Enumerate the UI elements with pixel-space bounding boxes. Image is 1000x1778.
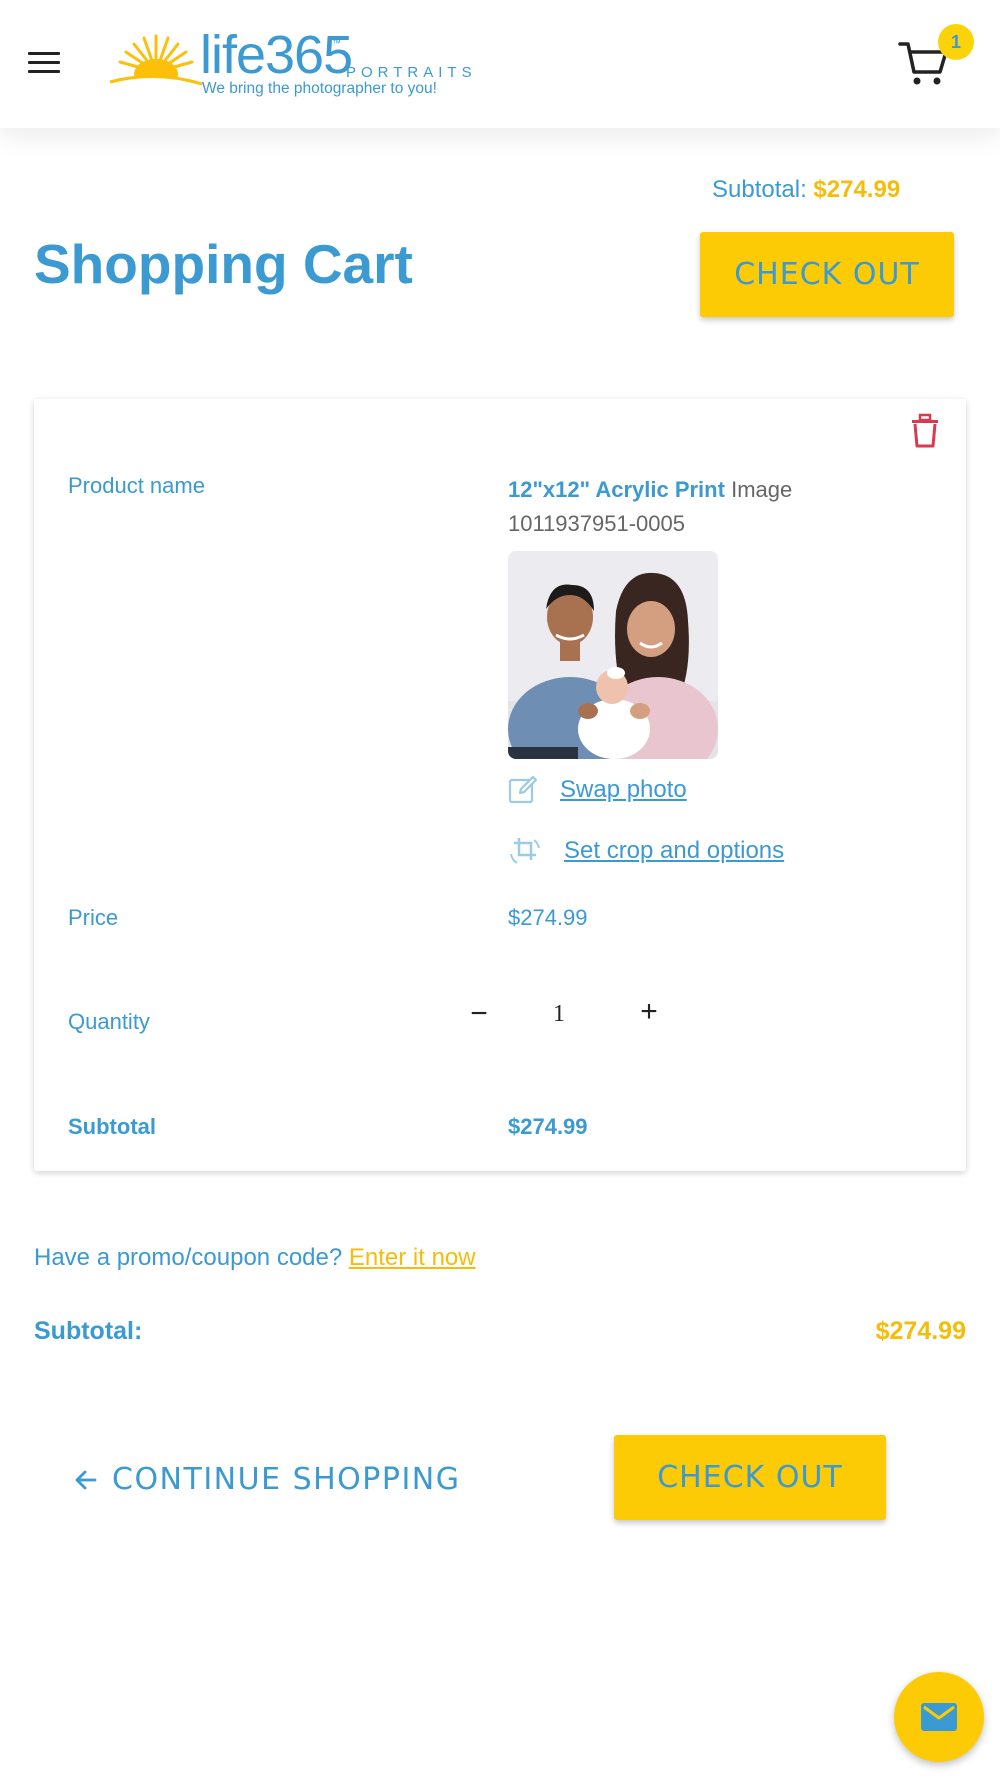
checkout-button-bottom[interactable]: CHECK OUT: [614, 1435, 886, 1520]
set-crop-text[interactable]: Set crop and options: [564, 837, 784, 865]
product-photo: [508, 551, 718, 759]
continue-shopping-text[interactable]: CONTINUE SHOPPING: [112, 1462, 461, 1497]
checkout-button-top[interactable]: CHECK OUT: [700, 232, 954, 317]
top-subtotal-value: $274.99: [813, 176, 901, 203]
top-subtotal: Subtotal: $274.99: [712, 176, 900, 204]
product-name-value: 12"x12" Acrylic Print Image 1011937951-0…: [508, 473, 928, 541]
logo-brand-text: life365: [200, 25, 353, 85]
sun-logo-icon: [108, 34, 204, 92]
quantity-increase-button[interactable]: +: [634, 995, 664, 1029]
logo-trademark: ™: [332, 38, 341, 48]
trash-icon[interactable]: [908, 413, 942, 449]
contact-message-button[interactable]: [894, 1672, 984, 1762]
product-name: 12"x12" Acrylic Print: [508, 477, 725, 502]
life365-logo[interactable]: life365 ™ PORTRAITS We bring the photogr…: [108, 25, 488, 100]
quantity-label: Quantity: [68, 1009, 150, 1034]
logo-portraits-text: PORTRAITS: [346, 64, 477, 81]
promo-text: Have a promo/coupon code?: [34, 1244, 343, 1271]
crop-rotate-icon: [510, 838, 540, 864]
envelope-icon: [921, 1703, 957, 1731]
item-subtotal-value: $274.99: [508, 1114, 588, 1139]
summary-subtotal-label: Subtotal:: [34, 1317, 143, 1345]
cart-count-badge: 1: [938, 24, 974, 60]
price-label: Price: [68, 905, 119, 930]
item-subtotal-label: Subtotal: [68, 1114, 156, 1139]
cart-item-card: Product name 12"x12" Acrylic Print Image…: [34, 399, 966, 1171]
swap-photo-link[interactable]: Swap photo: [508, 775, 687, 805]
quantity-value[interactable]: 1: [544, 1001, 574, 1028]
top-subtotal-label: Subtotal:: [712, 176, 807, 203]
logo-tagline: We bring the photographer to you!: [202, 80, 437, 97]
image-id: 1011937951-0005: [508, 511, 685, 536]
image-label: Image: [731, 477, 793, 502]
site-header: life365 ™ PORTRAITS We bring the photogr…: [0, 0, 1000, 128]
quantity-decrease-button[interactable]: −: [464, 997, 494, 1031]
enter-promo-link[interactable]: Enter it now: [349, 1244, 476, 1271]
price-value: $274.99: [508, 905, 588, 930]
arrow-left-icon: [75, 1470, 97, 1489]
page-title: Shopping Cart: [34, 233, 413, 295]
product-name-label: Product name: [68, 473, 205, 498]
edit-icon: [508, 775, 538, 804]
continue-shopping-button[interactable]: CONTINUE SHOPPING: [74, 1462, 461, 1497]
hamburger-menu-icon[interactable]: [28, 52, 60, 76]
set-crop-link[interactable]: Set crop and options: [508, 834, 784, 868]
promo-code-prompt: Have a promo/coupon code? Enter it now: [34, 1244, 476, 1272]
summary-subtotal-value: $274.99: [875, 1317, 966, 1345]
swap-photo-text[interactable]: Swap photo: [560, 776, 687, 804]
